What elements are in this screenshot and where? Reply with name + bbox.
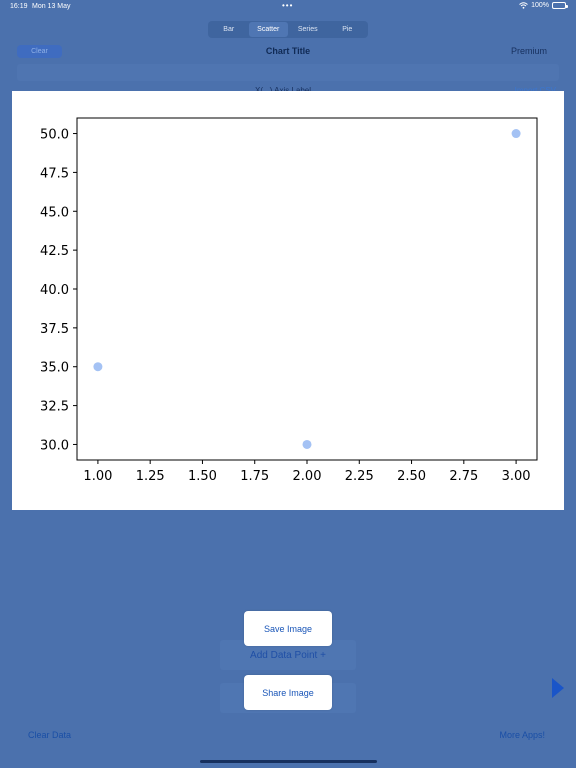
- tab-pie[interactable]: Pie: [328, 22, 368, 37]
- chart-type-segmented-control: Bar Scatter Series Pie: [208, 21, 368, 38]
- y-tick-label: 45.0: [40, 205, 69, 220]
- status-date: Mon 13 May: [32, 3, 71, 10]
- more-apps-button[interactable]: More Apps!: [499, 730, 545, 740]
- x-tick-label: 1.00: [83, 469, 112, 484]
- clear-data-button[interactable]: Clear Data: [28, 730, 71, 740]
- scatter-chart: 1.00 1.25 1.50 1.75 2.00 2.25 2.50 2.75 3.00 30.0…: [40, 117, 538, 484]
- multitask-dots[interactable]: •••: [282, 1, 293, 10]
- y-tick-label: 50.0: [40, 128, 69, 143]
- chart-title-input[interactable]: [17, 64, 559, 81]
- tab-scatter[interactable]: Scatter: [248, 22, 288, 37]
- status-time: 16:19: [10, 3, 28, 10]
- y-tick-label: 40.0: [40, 283, 69, 298]
- clear-button[interactable]: Clear: [17, 45, 62, 58]
- plot-frame: [76, 117, 538, 461]
- battery-icon: [552, 2, 568, 9]
- save-image-button[interactable]: Save Image: [244, 611, 332, 646]
- x-tick-label: 2.50: [397, 469, 426, 484]
- battery-percent: 100%: [531, 2, 549, 9]
- home-indicator: [200, 760, 377, 763]
- x-tick-label: 1.25: [136, 469, 165, 484]
- status-bar: 16:19 Mon 13 May ••• 100%: [0, 0, 576, 14]
- add-data-point-button[interactable]: Add Data Point +: [220, 650, 356, 661]
- scatter-point: [93, 362, 103, 372]
- y-tick-label: 30.0: [40, 438, 69, 453]
- next-arrow-icon[interactable]: [552, 678, 564, 698]
- x-tick-label: 1.50: [188, 469, 217, 484]
- x-tick-label: 2.00: [293, 469, 322, 484]
- x-tick-label: 2.75: [449, 469, 478, 484]
- y-tick-label: 32.5: [40, 400, 69, 415]
- y-tick-label: 35.0: [40, 361, 69, 376]
- chart-preview-panel: 1.00 1.25 1.50 1.75 2.00 2.25 2.50 2.75 3.00 30.0…: [12, 91, 564, 510]
- status-right: 100%: [519, 2, 568, 9]
- x-tick-label: 3.00: [502, 469, 531, 484]
- tab-bar[interactable]: Bar: [209, 22, 249, 37]
- scatter-point: [511, 129, 521, 139]
- y-tick-label: 47.5: [40, 166, 69, 181]
- x-tick-label: 1.75: [240, 469, 269, 484]
- chart-title-heading: Chart Title: [265, 46, 311, 56]
- x-tick-label: 2.25: [345, 469, 374, 484]
- scatter-point: [302, 439, 312, 449]
- premium-button[interactable]: Premium: [511, 46, 547, 56]
- y-tick-label: 37.5: [40, 322, 69, 337]
- tab-series[interactable]: Series: [288, 22, 328, 37]
- wifi-icon: [519, 2, 528, 9]
- share-image-button[interactable]: Share Image: [244, 675, 332, 710]
- y-tick-label: 42.5: [40, 244, 69, 259]
